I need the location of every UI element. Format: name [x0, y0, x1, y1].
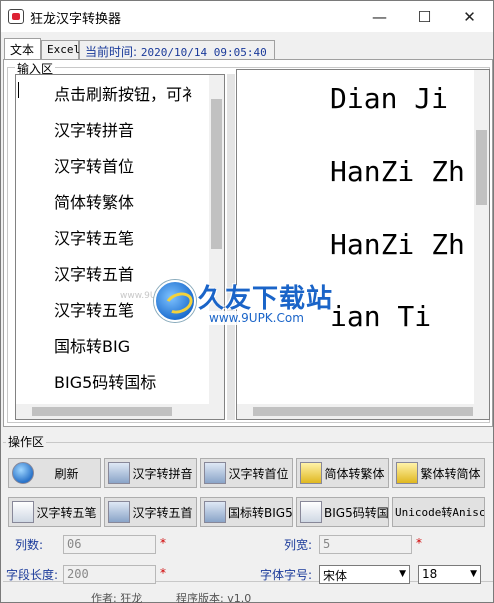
- maximize-button[interactable]: ☐: [402, 1, 447, 32]
- simplified-to-traditional-button[interactable]: 简体转繁体: [296, 458, 389, 488]
- current-time: 当前时间: 2020/10/14 09:05:40: [79, 40, 275, 60]
- minimize-button[interactable]: —: [357, 1, 402, 32]
- input-line: 汉字转首位: [54, 157, 135, 176]
- input-line: 简体转繁体: [54, 193, 135, 212]
- font-size-select[interactable]: 18 ▼: [418, 565, 481, 584]
- input-line: 汉字转五首: [54, 265, 135, 284]
- field-length-required-mark: *: [160, 566, 166, 580]
- note-icon: [396, 462, 418, 484]
- gb-to-big5-button-label: 国标转BIG5: [228, 505, 293, 520]
- monitor-icon: [204, 501, 226, 523]
- traditional-to-simplified-label: 繁体转简体: [420, 466, 481, 481]
- to-wubi-button[interactable]: 汉字转五笔: [8, 497, 101, 527]
- field-length-input[interactable]: 200: [63, 565, 156, 584]
- input-line: 汉字转拼音: [54, 121, 135, 140]
- input-vertical-scrollbar[interactable]: [209, 75, 224, 406]
- input-line: BIG5码转国标: [54, 373, 157, 392]
- tab-excel[interactable]: Excel: [41, 40, 80, 60]
- operations-group-label: 操作区: [6, 433, 47, 450]
- simplified-to-traditional-label: 简体转繁体: [324, 466, 385, 481]
- input-line: 点击刷新按钮，可衤: [54, 85, 199, 104]
- output-line: HanZi Zh: [330, 228, 465, 261]
- globe-icon: [12, 462, 34, 484]
- watermark: 久友下载站 www.9UPK.Com: [154, 276, 344, 336]
- refresh-button[interactable]: 刷新: [8, 458, 101, 488]
- font-label: 字体字号:: [260, 568, 313, 582]
- output-textbox[interactable]: Dian Ji HanZi Zh HanZi Zh ian Ti: [236, 69, 490, 420]
- output-horizontal-scrollbar[interactable]: [237, 404, 489, 419]
- pane-splitter[interactable]: [227, 74, 235, 420]
- traditional-to-simplified-button[interactable]: 繁体转简体: [392, 458, 485, 488]
- column-width-input[interactable]: 5: [319, 535, 412, 554]
- output-vscroll-thumb[interactable]: [476, 130, 487, 205]
- output-vertical-scrollbar[interactable]: [474, 70, 489, 404]
- note-icon: [300, 462, 322, 484]
- field-length-label: 字段长度:: [6, 568, 59, 582]
- version-text: 程序版本: v1.0: [176, 592, 252, 603]
- input-textbox[interactable]: 点击刷新按钮，可衤 汉字转拼音 汉字转首位 简体转繁体 汉字转五笔 汉字转五首 …: [15, 74, 225, 420]
- title-bar: 狂龙汉字转换器 — ☐ ✕: [1, 1, 493, 32]
- column-width-label: 列宽:: [284, 538, 313, 552]
- chevron-down-icon: ▼: [399, 569, 406, 579]
- app-logo-icon: [8, 9, 24, 24]
- unicode-to-ansi-button[interactable]: Unicode转Anisc: [392, 497, 485, 527]
- to-wubi-initials-button[interactable]: 汉字转五首: [104, 497, 197, 527]
- font-size-value: 18: [422, 567, 438, 581]
- tab-text[interactable]: 文本: [4, 38, 41, 59]
- columns-input[interactable]: 06: [63, 535, 156, 554]
- watermark-title: 久友下载站: [198, 284, 334, 314]
- input-line: 国标转BIG: [54, 337, 131, 356]
- keyboard-icon: [12, 501, 34, 523]
- columns-required-mark: *: [160, 536, 166, 550]
- to-initials-button-label: 汉字转首位: [228, 466, 289, 481]
- font-name-select[interactable]: 宋体 ▼: [319, 565, 410, 584]
- chevron-down-icon: ▼: [470, 569, 477, 579]
- unicode-to-ansi-button-label: Unicode转Anisc: [395, 506, 485, 519]
- document-icon: [300, 501, 322, 523]
- to-pinyin-button-label: 汉字转拼音: [132, 466, 193, 481]
- output-hscroll-thumb[interactable]: [253, 407, 473, 416]
- watermark-url: www.9UPK.Com: [209, 311, 304, 325]
- window-icon: [204, 462, 226, 484]
- big5-to-gb-button-label: BIG5码转国标: [324, 505, 389, 520]
- refresh-button-label: 刷新: [54, 466, 79, 481]
- screen-icon: [108, 462, 130, 484]
- input-vscroll-thumb[interactable]: [211, 99, 222, 249]
- app-window: 狂龙汉字转换器 — ☐ ✕ 文本 Excel 当前时间: 2020/10/14 …: [0, 0, 494, 603]
- output-line: HanZi Zh: [330, 155, 465, 188]
- window-title: 狂龙汉字转换器: [30, 12, 122, 27]
- to-pinyin-button[interactable]: 汉字转拼音: [104, 458, 197, 488]
- font-name-value: 宋体: [323, 569, 348, 583]
- input-line: 汉字转五笔: [54, 229, 135, 248]
- close-button[interactable]: ✕: [447, 1, 492, 32]
- input-hscroll-thumb[interactable]: [32, 407, 172, 416]
- watermark-globe-icon: [154, 280, 196, 322]
- input-horizontal-scrollbar[interactable]: [16, 404, 224, 419]
- output-line: Dian Ji: [330, 82, 449, 115]
- column-width-required-mark: *: [416, 536, 422, 550]
- columns-label: 列数:: [15, 538, 44, 552]
- current-time-label: 当前时间:: [85, 45, 138, 59]
- author-text: 作者: 狂龙: [91, 592, 143, 603]
- to-wubi-initials-button-label: 汉字转五首: [132, 505, 193, 520]
- current-time-value: 2020/10/14 09:05:40: [140, 46, 267, 59]
- big5-to-gb-button[interactable]: BIG5码转国标: [296, 497, 389, 527]
- to-wubi-button-label: 汉字转五笔: [36, 505, 97, 520]
- to-initials-button[interactable]: 汉字转首位: [200, 458, 293, 488]
- text-caret: [18, 82, 19, 98]
- output-line: ian Ti: [330, 300, 432, 333]
- screen-icon: [108, 501, 130, 523]
- gb-to-big5-button[interactable]: 国标转BIG5: [200, 497, 293, 527]
